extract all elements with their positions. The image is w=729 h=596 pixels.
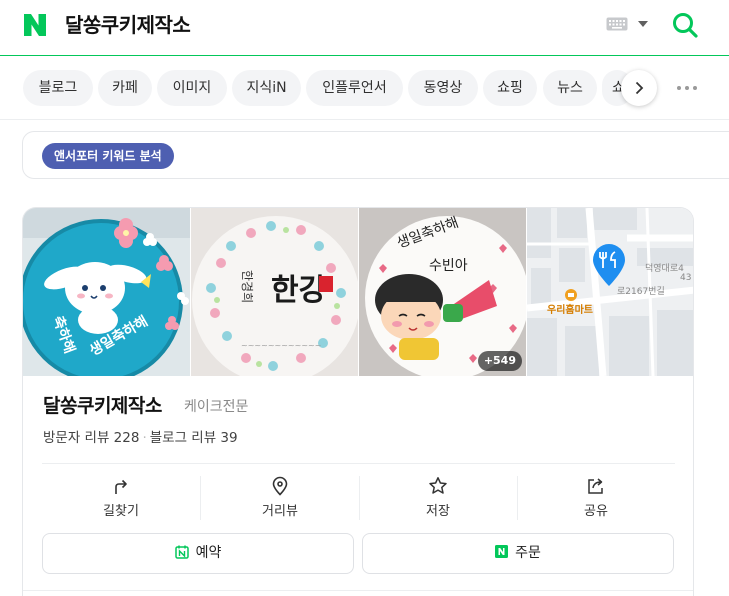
street-view-label: 거리뷰: [262, 504, 298, 519]
place-photo-2[interactable]: 한강 한경희 ~~~~~~~~~~~~: [191, 208, 358, 376]
tab-video[interactable]: 동영상: [408, 70, 478, 106]
share-icon: [588, 478, 603, 494]
reserve-label: 예약: [195, 545, 222, 561]
cake-text-3b: 수빈아: [429, 258, 468, 274]
tab-knowledge-in[interactable]: 지식iN: [232, 70, 301, 106]
place-card: 축하해 생일축하해 한강 한경희 ~~~~~~~~~~~~ 생일축하해 수빈아 …: [22, 207, 694, 596]
naver-order-icon: [495, 545, 509, 558]
order-button[interactable]: 주문: [362, 533, 674, 574]
place-name[interactable]: 달쏭쿠키제작소: [43, 394, 162, 418]
naver-logo-icon[interactable]: [23, 13, 47, 37]
card-bottom-divider: [23, 590, 693, 591]
more-options-icon[interactable]: [675, 84, 699, 92]
tabs-next-button[interactable]: [621, 70, 657, 106]
tab-influencer[interactable]: 인플루언서: [306, 70, 403, 106]
place-reviews: 방문자 리뷰 228 · 블로그 리뷰 39: [43, 429, 238, 447]
place-map[interactable]: 덕영대로4 43 로2167번길 우리홈마트: [527, 208, 693, 376]
place-photo-1[interactable]: 축하해 생일축하해: [23, 208, 190, 376]
share-button[interactable]: 공유: [517, 473, 675, 525]
place-photo-3[interactable]: 생일축하해 수빈아 +549: [359, 208, 526, 376]
save-label: 저장: [426, 504, 450, 519]
star-icon: [429, 477, 447, 494]
blog-reviews-link[interactable]: 블로그 리뷰 39: [150, 430, 238, 446]
search-query[interactable]: 달쏭쿠키제작소: [65, 10, 191, 40]
cake-text-2: 한강: [271, 273, 327, 308]
place-photos: 축하해 생일축하해 한강 한경희 ~~~~~~~~~~~~ 생일축하해 수빈아 …: [23, 208, 693, 376]
search-tabs: 블로그 카페 이미지 지식iN 인플루언서 동영상 쇼핑 뉴스 쇼: [0, 57, 729, 120]
chevron-down-icon[interactable]: [637, 19, 649, 29]
directions-label: 길찾기: [103, 504, 139, 519]
directions-icon: [115, 479, 127, 494]
tab-news[interactable]: 뉴스: [543, 70, 597, 106]
map-poi-label: 우리홈마트: [547, 303, 593, 316]
tab-image[interactable]: 이미지: [157, 70, 227, 106]
reserve-button[interactable]: 예약: [42, 533, 354, 574]
photo-more-count[interactable]: +549: [477, 351, 522, 371]
map-label-road3: 43: [680, 273, 691, 283]
street-view-button[interactable]: 거리뷰: [201, 473, 359, 525]
share-label: 공유: [584, 504, 608, 519]
search-header: 달쏭쿠키제작소: [0, 0, 729, 56]
keyword-analysis-box: 앤서포터 키워드 분석: [22, 131, 729, 179]
calendar-icon: [174, 545, 189, 559]
map-label-road1: 덕영대로4: [645, 263, 684, 274]
separator-dot: ·: [142, 430, 147, 446]
tab-shopping[interactable]: 쇼핑: [483, 70, 537, 106]
card-divider: [42, 463, 675, 464]
map-label-road2: 로2167번길: [617, 286, 665, 297]
keyboard-icon[interactable]: [606, 17, 628, 31]
visitor-reviews-link[interactable]: 방문자 리뷰 228: [43, 430, 139, 446]
place-category: 케이크전문: [184, 399, 249, 415]
svg-text:~~~~~~~~~~~~: ~~~~~~~~~~~~: [241, 341, 321, 350]
tab-cafe[interactable]: 카페: [98, 70, 152, 106]
save-button[interactable]: 저장: [359, 473, 517, 525]
tab-blog[interactable]: 블로그: [23, 70, 93, 106]
search-icon[interactable]: [671, 11, 699, 39]
chevron-right-icon: [635, 81, 644, 95]
keyword-analysis-badge[interactable]: 앤서포터 키워드 분석: [42, 143, 174, 169]
location-pin-icon: [272, 476, 288, 496]
order-label: 주문: [515, 545, 541, 561]
cake-text-2b: 한경희: [240, 270, 254, 303]
directions-button[interactable]: 길찾기: [42, 473, 200, 525]
